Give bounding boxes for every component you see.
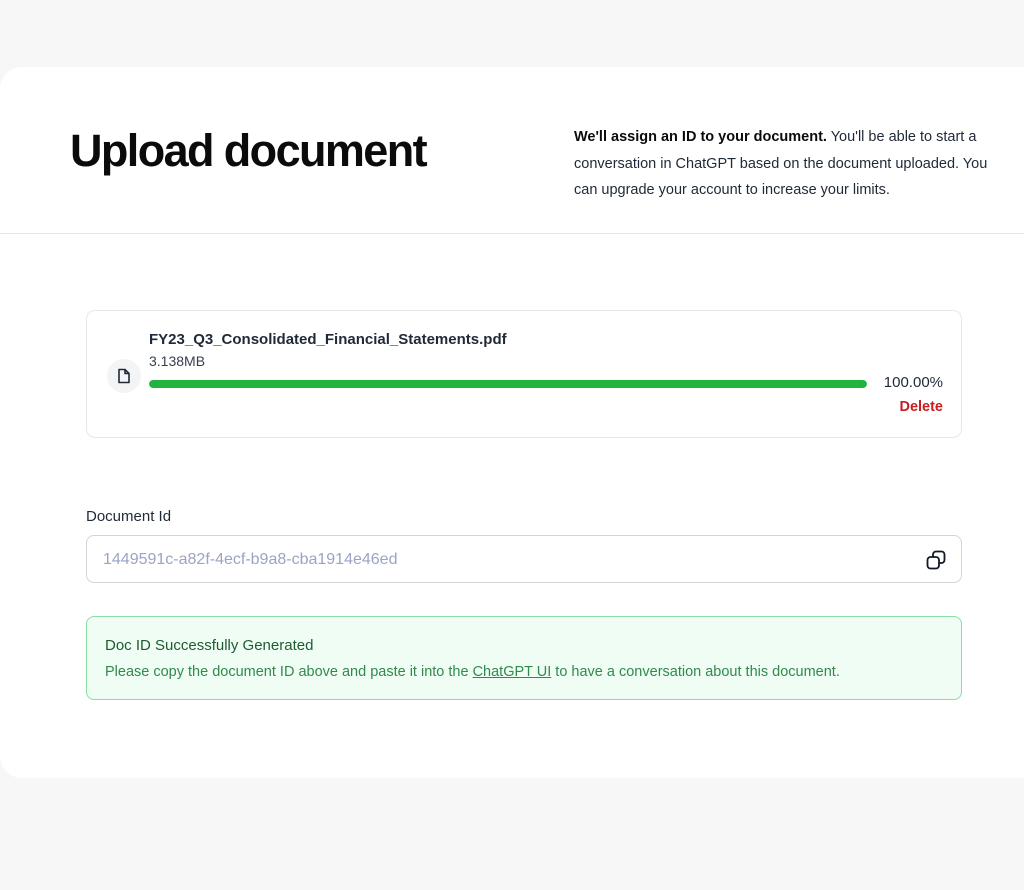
document-icon bbox=[107, 359, 141, 393]
intro-bold: We'll assign an ID to your document. bbox=[574, 129, 827, 145]
copy-icon[interactable] bbox=[925, 549, 947, 571]
delete-button[interactable]: Delete bbox=[899, 399, 943, 415]
document-id-label: Document Id bbox=[86, 508, 172, 525]
upload-progress-label: 100.00% bbox=[883, 374, 943, 391]
document-id-field bbox=[86, 535, 962, 584]
success-title: Doc ID Successfully Generated bbox=[105, 637, 314, 654]
upload-progress-fill bbox=[149, 380, 867, 388]
intro-text: We'll assign an ID to your document. You… bbox=[574, 124, 994, 204]
document-id-input[interactable] bbox=[101, 536, 905, 584]
upload-progress-bar bbox=[149, 380, 867, 388]
file-name: FY23_Q3_Consolidated_Financial_Statement… bbox=[149, 331, 507, 348]
success-message-after: to have a conversation about this docume… bbox=[551, 664, 840, 680]
success-message: Please copy the document ID above and pa… bbox=[105, 664, 840, 680]
chatgpt-ui-link[interactable]: ChatGPT UI bbox=[473, 664, 552, 680]
header: Upload document We'll assign an ID to yo… bbox=[0, 67, 1024, 234]
file-size: 3.138MB bbox=[149, 353, 206, 369]
upload-card: Upload document We'll assign an ID to yo… bbox=[0, 67, 1024, 778]
page-title: Upload document bbox=[70, 125, 428, 176]
success-alert: Doc ID Successfully Generated Please cop… bbox=[86, 616, 962, 700]
uploaded-file-card: FY23_Q3_Consolidated_Financial_Statement… bbox=[86, 310, 962, 438]
success-message-before: Please copy the document ID above and pa… bbox=[105, 664, 473, 680]
